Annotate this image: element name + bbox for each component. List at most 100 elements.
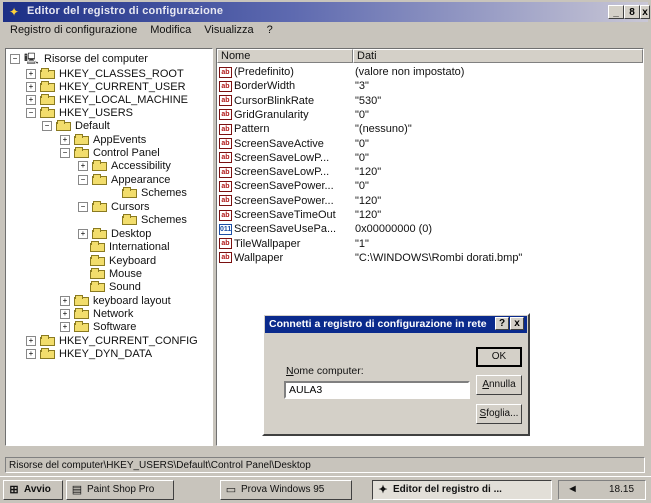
tree-node[interactable]: + HKEY_CLASSES_ROOT: [26, 67, 184, 80]
tree-node[interactable]: + AppEvents: [60, 133, 146, 146]
tree-node-label: Schemes: [141, 186, 187, 199]
tree-node[interactable]: International: [78, 240, 170, 253]
folder-icon: [40, 107, 55, 118]
value-name: ScreenSavePower...: [234, 180, 334, 193]
tree-node[interactable]: − Control Panel: [60, 146, 160, 159]
expand-icon[interactable]: +: [26, 335, 36, 346]
list-item[interactable]: ab ScreenSavePower... "120": [217, 194, 381, 208]
menu-help[interactable]: ?: [267, 24, 273, 36]
column-header-dati[interactable]: Dati: [353, 49, 643, 63]
string-value-icon: ab: [219, 138, 232, 149]
list-item[interactable]: ab BorderWidth "3": [217, 79, 369, 93]
list-item[interactable]: ab ScreenSavePower... "0": [217, 179, 369, 193]
close-button[interactable]: x: [640, 5, 650, 19]
expand-icon[interactable]: +: [26, 94, 36, 105]
clock[interactable]: 18.15: [609, 484, 634, 495]
registry-editor-window: ✦ Editor del registro di configurazione …: [0, 0, 651, 473]
computer-name-input[interactable]: [284, 381, 470, 399]
menu-registro[interactable]: Registro di configurazione: [10, 24, 137, 36]
taskbar-item-paint-shop-pro[interactable]: ▤ Paint Shop Pro: [66, 480, 174, 500]
list-item[interactable]: ab GridGranularity "0": [217, 108, 369, 122]
tree-node[interactable]: + HKEY_DYN_DATA: [26, 347, 152, 360]
list-item[interactable]: ab Wallpaper "C:\WINDOWS\Rombi dorati.bmp": [217, 251, 522, 265]
dialog-help-button[interactable]: ?: [495, 317, 509, 330]
tree-node[interactable]: Schemes: [110, 213, 187, 226]
value-name: BorderWidth: [234, 80, 296, 93]
dialog-title[interactable]: Connetti a registro di configurazione in…: [265, 316, 527, 333]
folder-icon: [90, 268, 105, 279]
list-item[interactable]: 011 ScreenSaveUsePa... 0x00000000 (0): [217, 222, 432, 236]
tree-node[interactable]: Sound: [78, 280, 141, 293]
taskbar-item-registry-editor[interactable]: ✦ Editor del registro di ...: [372, 480, 552, 500]
expand-icon[interactable]: +: [26, 68, 36, 79]
menu-visualizza[interactable]: Visualizza: [204, 24, 253, 36]
volume-icon[interactable]: ◄: [567, 483, 578, 495]
tree-node-label: International: [109, 240, 170, 253]
list-item[interactable]: ab ScreenSaveLowP... "120": [217, 165, 381, 179]
list-item[interactable]: ab TileWallpaper "1": [217, 237, 369, 251]
column-header-nome[interactable]: Nome: [217, 49, 353, 63]
value-name: Pattern: [234, 123, 270, 136]
windows-logo-icon: ⊞: [9, 484, 19, 496]
paint-shop-pro-icon: ▤: [71, 484, 83, 496]
tree-node[interactable]: − 🖳 Risorse del computer: [10, 52, 148, 65]
start-button[interactable]: ⊞ Avvio: [3, 480, 63, 500]
tree-node[interactable]: Mouse: [78, 267, 142, 280]
tree-node-label: Appearance: [111, 173, 171, 186]
collapse-icon[interactable]: −: [78, 174, 88, 185]
browse-button[interactable]: Sfoglia...: [476, 404, 522, 424]
ok-button[interactable]: OK: [476, 347, 522, 367]
collapse-icon[interactable]: −: [78, 201, 88, 212]
tree-node[interactable]: + Desktop: [78, 227, 151, 240]
tree-node-label: HKEY_CURRENT_CONFIG: [59, 334, 198, 347]
tree-node[interactable]: − HKEY_USERS: [26, 106, 133, 119]
registry-tree[interactable]: − 🖳 Risorse del computer + HKEY_CLASSES_ROOT…: [5, 48, 213, 446]
value-name: (Predefinito): [234, 66, 294, 78]
expand-icon[interactable]: +: [78, 228, 88, 239]
string-value-icon: ab: [219, 195, 232, 207]
tree-node-label: HKEY_LOCAL_MACHINE: [59, 93, 188, 106]
tree-node[interactable]: + HKEY_LOCAL_MACHINE: [26, 93, 188, 106]
tree-node-label: Accessibility: [111, 159, 171, 172]
expand-icon[interactable]: +: [26, 348, 36, 359]
tree-node[interactable]: Schemes: [110, 186, 187, 199]
tree-node[interactable]: + Network: [60, 307, 133, 320]
tree-node[interactable]: + HKEY_CURRENT_USER: [26, 80, 186, 93]
tree-node[interactable]: + Accessibility: [78, 159, 171, 172]
tree-node[interactable]: Keyboard: [78, 254, 156, 267]
expand-icon[interactable]: +: [60, 295, 70, 306]
expand-icon[interactable]: +: [60, 321, 70, 332]
tree-node[interactable]: − Appearance: [78, 173, 170, 186]
list-item[interactable]: ab Pattern "(nessuno)": [217, 122, 412, 136]
folder-icon: [40, 335, 55, 346]
list-item[interactable]: ab CursorBlinkRate "530": [217, 94, 381, 108]
expand-icon[interactable]: +: [26, 81, 36, 92]
expand-icon[interactable]: +: [60, 308, 70, 319]
value-name: Wallpaper: [234, 251, 284, 264]
dialog-close-button[interactable]: x: [510, 317, 524, 330]
list-item[interactable]: ab ScreenSaveLowP... "0": [217, 151, 369, 165]
tree-node[interactable]: + keyboard layout: [60, 294, 171, 307]
title-bar[interactable]: ✦ Editor del registro di configurazione …: [3, 2, 650, 22]
registry-app-icon: ✦: [9, 5, 20, 19]
tree-node[interactable]: − Cursors: [78, 200, 150, 213]
tree-node-label: Sound: [109, 280, 141, 293]
tree-node[interactable]: + Software: [60, 320, 136, 333]
menu-modifica[interactable]: Modifica: [150, 24, 191, 36]
cancel-button[interactable]: Annulla: [476, 375, 522, 395]
list-item[interactable]: ab ScreenSaveTimeOut "120": [217, 208, 381, 222]
value-data: "0": [355, 137, 369, 150]
collapse-icon[interactable]: −: [60, 147, 70, 158]
expand-icon[interactable]: +: [60, 134, 70, 145]
list-item[interactable]: ab ScreenSaveActive "0": [217, 137, 369, 151]
collapse-icon[interactable]: −: [10, 53, 20, 64]
minimize-button[interactable]: _: [608, 5, 624, 19]
tree-node[interactable]: − Default: [42, 119, 110, 132]
expand-icon[interactable]: +: [78, 160, 88, 171]
collapse-icon[interactable]: −: [26, 107, 36, 118]
taskbar-item-prova-windows[interactable]: ▭ Prova Windows 95: [220, 480, 352, 500]
collapse-icon[interactable]: −: [42, 120, 52, 131]
list-item[interactable]: ab (Predefinito) (valore non impostato): [217, 65, 464, 79]
maximize-button[interactable]: 8: [624, 5, 640, 19]
tree-node[interactable]: + HKEY_CURRENT_CONFIG: [26, 334, 198, 347]
